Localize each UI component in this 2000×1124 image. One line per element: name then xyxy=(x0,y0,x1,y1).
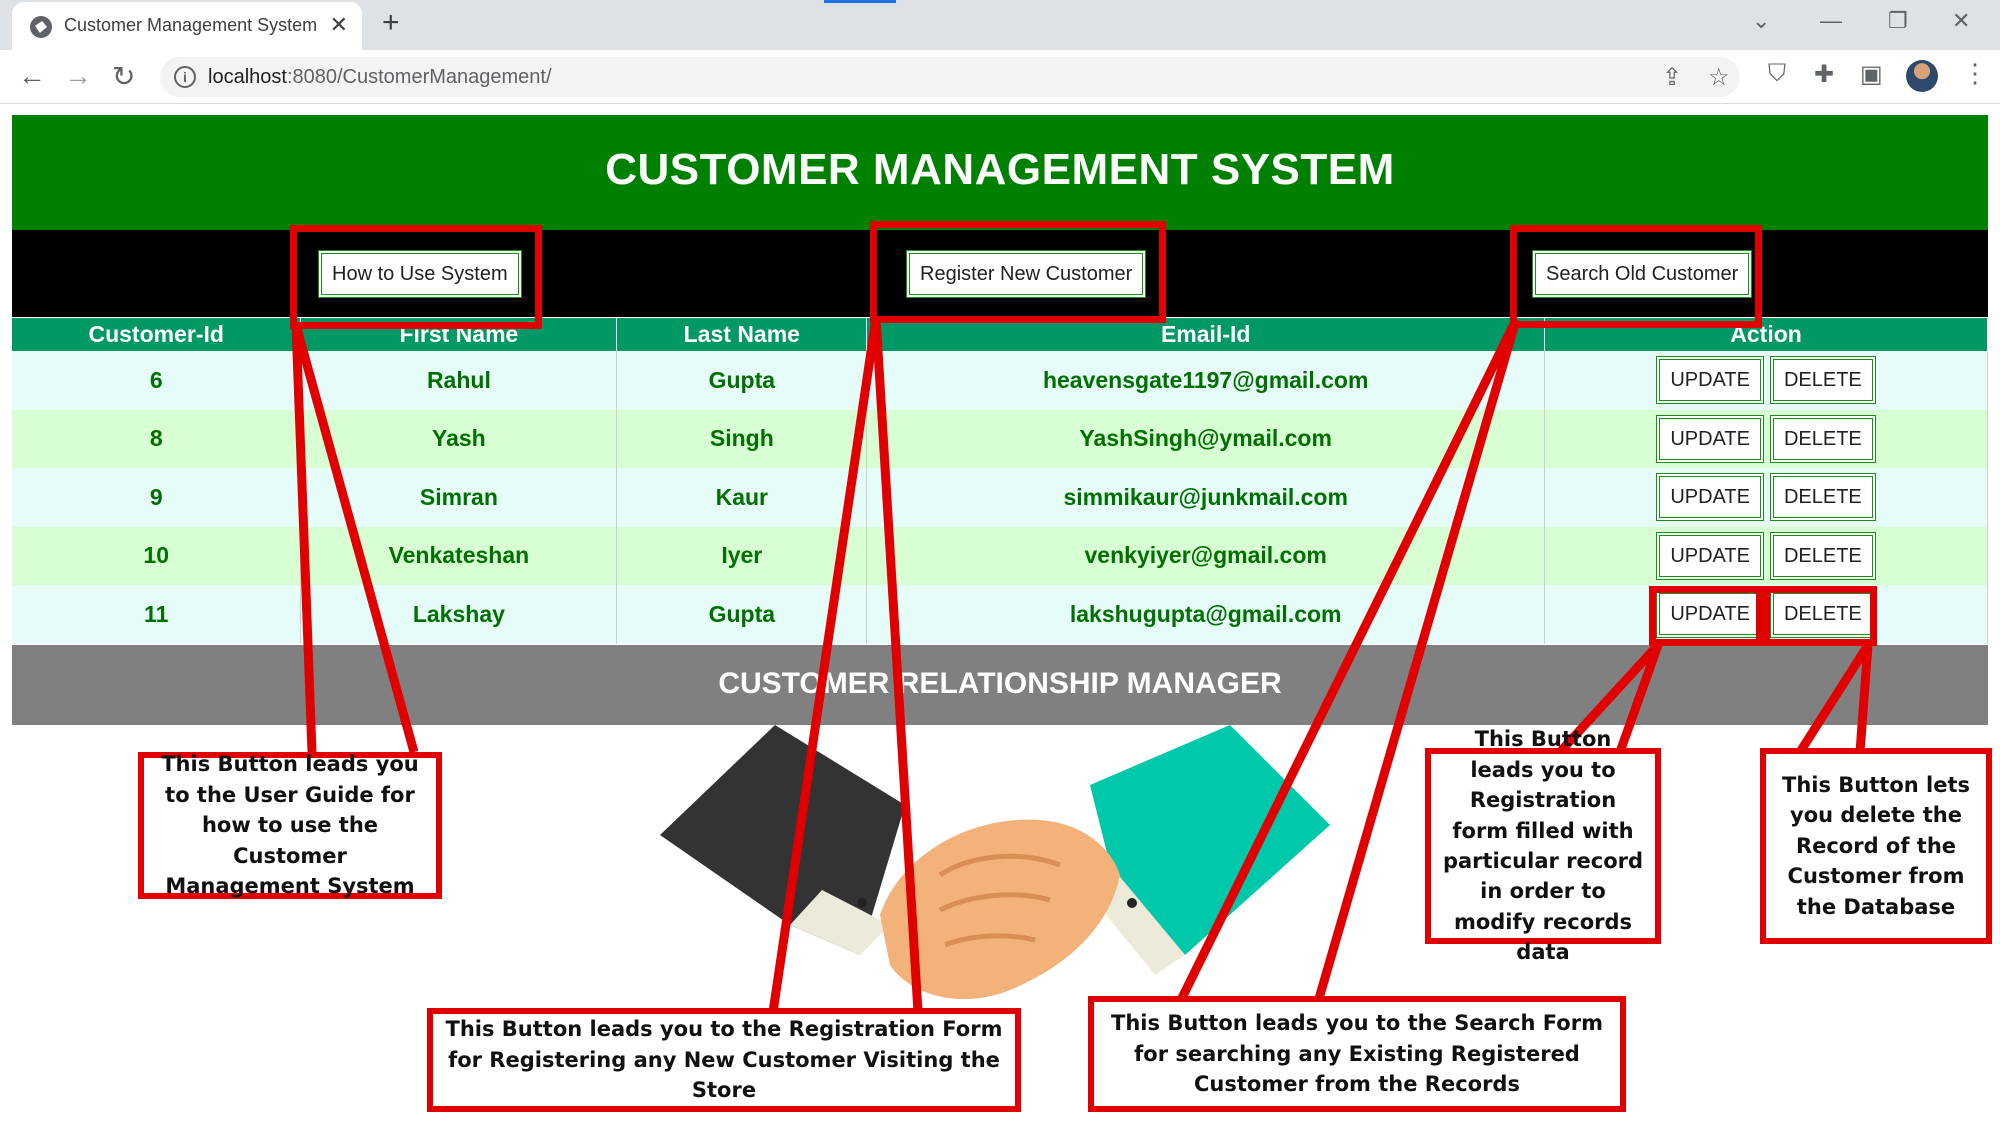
callout-update: This Button leads you to Registration fo… xyxy=(1425,727,1661,964)
callout-register: This Button leads you to the Registratio… xyxy=(427,1008,1021,1112)
screenshot: Customer Management System ✕ + ⌄ — ❐ ✕ ←… xyxy=(0,0,2000,1124)
connector-line xyxy=(768,317,881,1013)
callout-search: This Button leads you to the Search Form… xyxy=(1088,996,1626,1112)
callout-delete: This Button lets you delete the Record o… xyxy=(1760,748,1992,944)
annotation-connectors xyxy=(291,317,1873,1013)
connector-line xyxy=(871,317,923,1013)
callout-how-to-use: This Button leads you to the User Guide … xyxy=(138,752,442,899)
